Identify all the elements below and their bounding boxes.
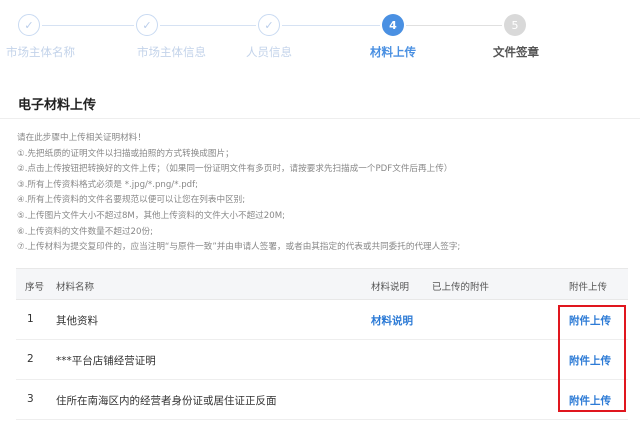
row-name: 其他资料 (56, 315, 98, 327)
step-1-label: 市场主体名称 (6, 45, 75, 59)
instruction-line: 请在此步骤中上传相关证明材料！ (17, 133, 146, 143)
row-name: ***平台店铺经营证明 (56, 355, 156, 367)
step-4-number: 4 (382, 14, 404, 36)
step-1-check-icon: ✓ (18, 14, 40, 36)
header-name: 材料名称 (56, 282, 95, 293)
instruction-line: ⑥.上传资料的文件数量不超过20份; (17, 226, 153, 237)
header-index: 序号 (25, 282, 45, 293)
step-4-label: 材料上传 (370, 45, 416, 59)
highlight-annotation-box (558, 305, 626, 412)
progress-stepper: ✓ ✓ ✓ 4 5 市场主体名称 市场主体信息 人员信息 材料上传 文件签章 (0, 0, 640, 70)
instruction-line: ①.先把纸质的证明文件以扫描或拍照的方式转换成图片； (17, 148, 234, 159)
instruction-line: ②.点击上传按钮把转换好的文件上传；（如果同一份证明文件有多页时，请按要求先扫描… (17, 164, 453, 175)
instruction-line: ⑤.上传图片文件大小不超过8M，其他上传资料的文件大小不超过20M; (17, 210, 286, 221)
row-index: 3 (27, 393, 34, 405)
table-row: 1 其他资料 材料说明 附件上传 (16, 300, 628, 340)
step-5-label: 文件签章 (493, 45, 539, 59)
materials-table: 序号 材料名称 材料说明 已上传的附件 附件上传 1 其他资料 材料说明 附件上… (16, 268, 628, 420)
section-divider (0, 118, 640, 119)
header-desc: 材料说明 (371, 282, 410, 293)
step-connector (406, 25, 502, 26)
step-connector (160, 25, 256, 26)
row-index: 2 (27, 353, 34, 365)
upload-instructions: 请在此步骤中上传相关证明材料！ ①.先把纸质的证明文件以扫描或拍照的方式转换成图… (17, 131, 637, 256)
step-3-check-icon: ✓ (258, 14, 280, 36)
step-2-check-icon: ✓ (136, 14, 158, 36)
table-header: 序号 材料名称 材料说明 已上传的附件 附件上传 (16, 268, 628, 300)
instruction-line: ⑦.上传材料为提交复印件的，应当注明“与原件一致”并由申请人签署，或者由其指定的… (17, 242, 461, 253)
header-action: 附件上传 (569, 282, 608, 293)
header-uploaded: 已上传的附件 (432, 282, 490, 293)
section-title: 电子材料上传 (18, 98, 97, 113)
step-2-label: 市场主体信息 (137, 45, 206, 59)
step-5-number: 5 (504, 14, 526, 36)
step-connector (282, 25, 380, 26)
instruction-line: ④.所有上传资料的文件名要规范以便可以让您在列表中区别; (17, 195, 246, 206)
step-connector (42, 25, 134, 26)
instruction-line: ③.所有上传资料格式必须是 *.jpg/*.png/*.pdf; (17, 179, 199, 190)
row-index: 1 (27, 313, 34, 325)
row-name: 住所在南海区内的经营者身份证或居住证正反面 (56, 395, 277, 407)
table-row: 2 ***平台店铺经营证明 附件上传 (16, 340, 628, 380)
table-row: 3 住所在南海区内的经营者身份证或居住证正反面 附件上传 (16, 380, 628, 420)
step-3-label: 人员信息 (246, 45, 292, 59)
material-description-link[interactable]: 材料说明 (371, 313, 413, 328)
